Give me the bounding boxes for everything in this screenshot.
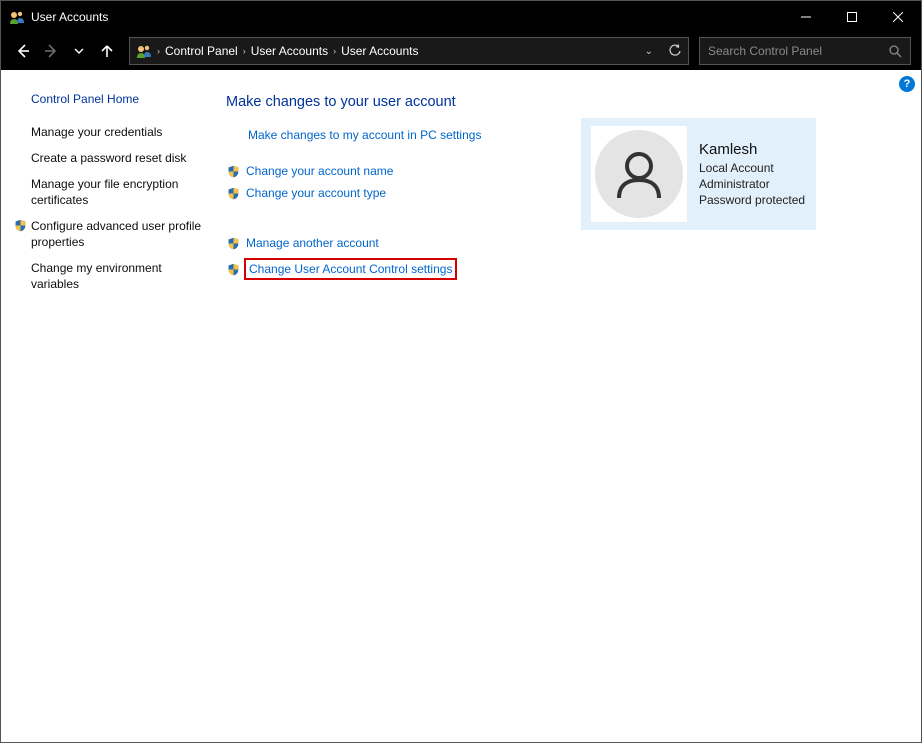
chevron-right-icon: › [333, 46, 336, 56]
address-dropdown-icon[interactable]: ⌄ [645, 46, 653, 57]
shield-icon [226, 236, 240, 250]
breadcrumb-item[interactable]: User Accounts [251, 44, 328, 58]
sidebar-item[interactable]: Manage your file encryption certificates [13, 176, 204, 208]
search-input[interactable] [708, 44, 888, 58]
shield-slot [13, 260, 27, 274]
action-label: Make changes to my account in PC setting… [248, 128, 481, 142]
recent-dropdown[interactable] [67, 39, 91, 63]
maximize-button[interactable] [829, 1, 875, 32]
chevron-right-icon: › [157, 46, 160, 56]
shield-icon [13, 218, 27, 232]
sidebar-item-label: Create a password reset disk [31, 150, 186, 166]
page-heading: Make changes to your user account [226, 94, 561, 110]
user-account-type: Local Account [699, 160, 805, 176]
action-label: Change your account name [246, 164, 393, 178]
forward-button[interactable] [39, 39, 63, 63]
action-manage-another[interactable]: Manage another account [226, 236, 561, 250]
action-change-name[interactable]: Change your account name [226, 164, 561, 178]
user-column: Kamlesh Local Account Administrator Pass… [581, 94, 816, 724]
address-bar[interactable]: › Control Panel › User Accounts › User A… [129, 37, 689, 65]
actions-column: Make changes to your user account Make c… [226, 94, 561, 724]
action-label: Manage another account [246, 236, 379, 250]
sidebar: Control Panel Home Manage your credentia… [1, 70, 216, 742]
shield-icon [226, 186, 240, 200]
action-change-type[interactable]: Change your account type [226, 186, 561, 200]
avatar-wrap [591, 126, 687, 222]
sidebar-item[interactable]: Manage your credentials [13, 124, 204, 140]
close-button[interactable] [875, 1, 921, 32]
content-area: ? Control Panel Home Manage your credent… [1, 70, 921, 742]
back-button[interactable] [11, 39, 35, 63]
address-icon [136, 43, 152, 59]
action-label: Change User Account Control settings [249, 262, 452, 276]
user-card: Kamlesh Local Account Administrator Pass… [581, 118, 816, 230]
shield-slot [13, 176, 27, 190]
search-icon[interactable] [888, 44, 902, 58]
window-title: User Accounts [31, 10, 108, 24]
action-pc-settings[interactable]: Make changes to my account in PC setting… [226, 128, 561, 142]
sidebar-item-label: Manage your credentials [31, 124, 162, 140]
avatar [595, 130, 683, 218]
minimize-button[interactable] [783, 1, 829, 32]
up-button[interactable] [95, 39, 119, 63]
refresh-button[interactable] [668, 44, 682, 58]
action-label: Change your account type [246, 186, 386, 200]
navigation-toolbar: › Control Panel › User Accounts › User A… [1, 32, 921, 70]
sidebar-item[interactable]: Configure advanced user profile properti… [13, 218, 204, 250]
title-bar: User Accounts [1, 1, 921, 32]
app-icon [9, 9, 25, 25]
highlight-annotation: Change User Account Control settings [244, 258, 457, 280]
chevron-right-icon: › [243, 46, 246, 56]
sidebar-item-label: Change my environment variables [31, 260, 204, 292]
shield-slot [13, 124, 27, 138]
breadcrumb-item[interactable]: Control Panel [165, 44, 238, 58]
shield-slot [13, 150, 27, 164]
help-icon[interactable]: ? [899, 76, 915, 92]
main-panel: Make changes to your user account Make c… [216, 70, 921, 742]
user-info: Kamlesh Local Account Administrator Pass… [699, 141, 805, 208]
shield-icon [226, 262, 240, 276]
user-name: Kamlesh [699, 141, 805, 158]
sidebar-item[interactable]: Create a password reset disk [13, 150, 204, 166]
action-change-uac[interactable]: Change User Account Control settings [226, 258, 561, 280]
user-password-status: Password protected [699, 192, 805, 208]
shield-icon [226, 164, 240, 178]
sidebar-item-label: Configure advanced user profile properti… [31, 218, 204, 250]
search-box[interactable] [699, 37, 911, 65]
sidebar-item-label: Manage your file encryption certificates [31, 176, 204, 208]
sidebar-item[interactable]: Change my environment variables [13, 260, 204, 292]
control-panel-home-link[interactable]: Control Panel Home [31, 92, 204, 106]
breadcrumb-item[interactable]: User Accounts [341, 44, 418, 58]
user-role: Administrator [699, 176, 805, 192]
